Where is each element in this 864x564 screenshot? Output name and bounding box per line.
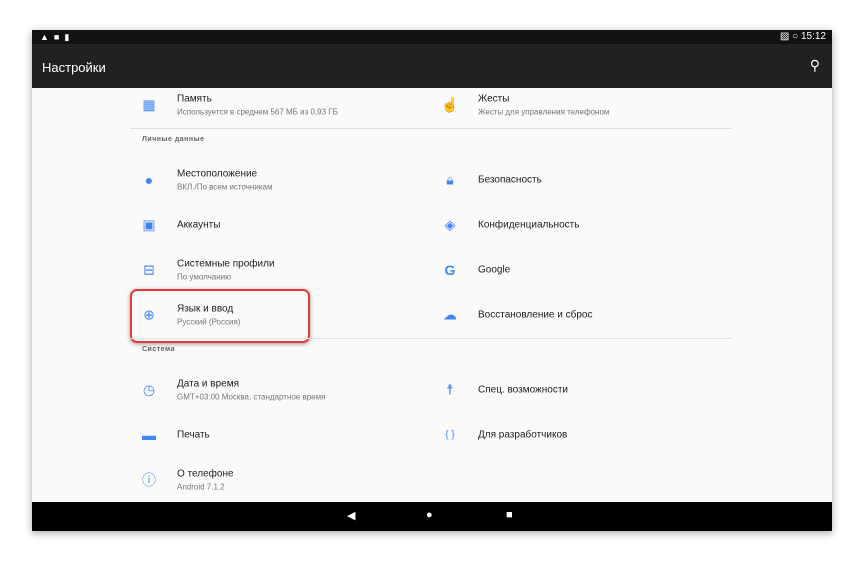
- memory-icon: ▦: [142, 96, 156, 113]
- setting-google[interactable]: G Google: [445, 250, 750, 290]
- title: Печать: [177, 429, 210, 441]
- subtitle: ВКЛ./По всем источникам: [177, 182, 273, 192]
- cloud-upload-icon: ☁: [443, 306, 457, 323]
- title: Восстановление и сброс: [478, 309, 593, 321]
- subtitle: Используется в среднем 567 МБ из 0,93 ГБ: [177, 107, 338, 117]
- no-sim-icon: ▨: [779, 31, 790, 42]
- title: Дата и время: [177, 378, 240, 390]
- title: Google: [478, 264, 511, 276]
- search-icon[interactable]: ⚲: [810, 57, 820, 74]
- gesture-icon: ☝: [441, 96, 459, 113]
- back-button[interactable]: ◀: [347, 509, 355, 522]
- setting-gestures[interactable]: ☝ Жесты Жесты для управления телефоном: [441, 85, 750, 125]
- setting-security[interactable]: 🔒︎ Безопасность: [446, 160, 750, 200]
- title: Безопасность: [478, 174, 542, 186]
- setting-profiles[interactable]: ⊟ Системные профили По умолчанию: [143, 250, 449, 290]
- home-button[interactable]: ●: [426, 509, 433, 521]
- title: Конфиденциальность: [478, 219, 580, 231]
- braces-icon: { }: [445, 429, 455, 441]
- toolbar: Настройки ⚲: [32, 44, 832, 88]
- setting-date-time[interactable]: ◷ Дата и время GMT+03:00 Москва, стандартн…: [143, 370, 449, 410]
- divider: [130, 338, 732, 339]
- title: Жесты: [478, 93, 510, 105]
- status-right: ▨ ○ 15:12: [780, 31, 826, 42]
- subtitle: GMT+03:00 Москва, стандартное время: [177, 392, 326, 402]
- page-title: Настройки: [42, 60, 106, 75]
- title: Системные профили: [177, 258, 275, 270]
- android-screen: ▲■▮ ▨ ○ 15:12 Настройки ⚲ ▦ Память Использ…: [32, 30, 832, 531]
- setting-backup-reset[interactable]: ☁ Восстановление и сброс: [443, 295, 750, 335]
- setting-memory[interactable]: ▦ Память Используется в среднем 567 МБ из …: [142, 85, 449, 125]
- loading-icon: ○: [792, 31, 799, 42]
- setting-accounts[interactable]: ▣ Аккаунты: [142, 205, 449, 245]
- account-icon: ▣: [142, 216, 156, 233]
- setting-accessibility[interactable]: ☨ Спец. возможности: [446, 370, 750, 410]
- divider: [130, 128, 732, 129]
- notification-icons: ▲■▮: [40, 32, 75, 42]
- location-icon: ●: [144, 172, 154, 188]
- navigation-bar: ◀ ● ■: [32, 502, 832, 531]
- subtitle: Android 7.1.2: [177, 482, 225, 492]
- subtitle: По умолчанию: [177, 272, 232, 282]
- section-header-system: Система: [142, 346, 175, 353]
- clock-icon: ◷: [142, 381, 156, 398]
- section-header-personal: Личные данные: [142, 136, 205, 143]
- setting-privacy[interactable]: ◈ Конфиденциальность: [445, 205, 750, 245]
- google-icon: G: [444, 262, 456, 278]
- title: Память: [177, 93, 212, 105]
- lock-icon: 🔒︎: [446, 171, 454, 188]
- setting-printing[interactable]: ▬ Печать: [142, 415, 449, 455]
- recents-button[interactable]: ■: [506, 509, 513, 521]
- title: Местоположение: [177, 168, 258, 180]
- status-bar: ▲■▮ ▨ ○ 15:12: [32, 30, 832, 44]
- setting-location[interactable]: ● Местоположение ВКЛ./По всем источникам: [145, 160, 449, 200]
- shield-icon: ◈: [444, 216, 456, 233]
- printer-icon: ▬: [142, 427, 156, 443]
- highlight-box: [130, 289, 310, 343]
- title: О телефоне: [177, 468, 234, 480]
- info-icon: ⓘ: [142, 472, 156, 488]
- subtitle: Жесты для управления телефоном: [478, 107, 610, 117]
- setting-developer[interactable]: { } Для разработчиков: [445, 415, 750, 455]
- title: Спец. возможности: [478, 384, 568, 396]
- clock: 15:12: [800, 31, 826, 42]
- title: Аккаунты: [177, 219, 221, 231]
- profile-icon: ⊟: [143, 261, 155, 278]
- setting-about-phone[interactable]: ⓘ О телефоне Android 7.1.2: [142, 460, 449, 500]
- accessibility-icon: ☨: [446, 381, 454, 398]
- title: Для разработчиков: [478, 429, 568, 441]
